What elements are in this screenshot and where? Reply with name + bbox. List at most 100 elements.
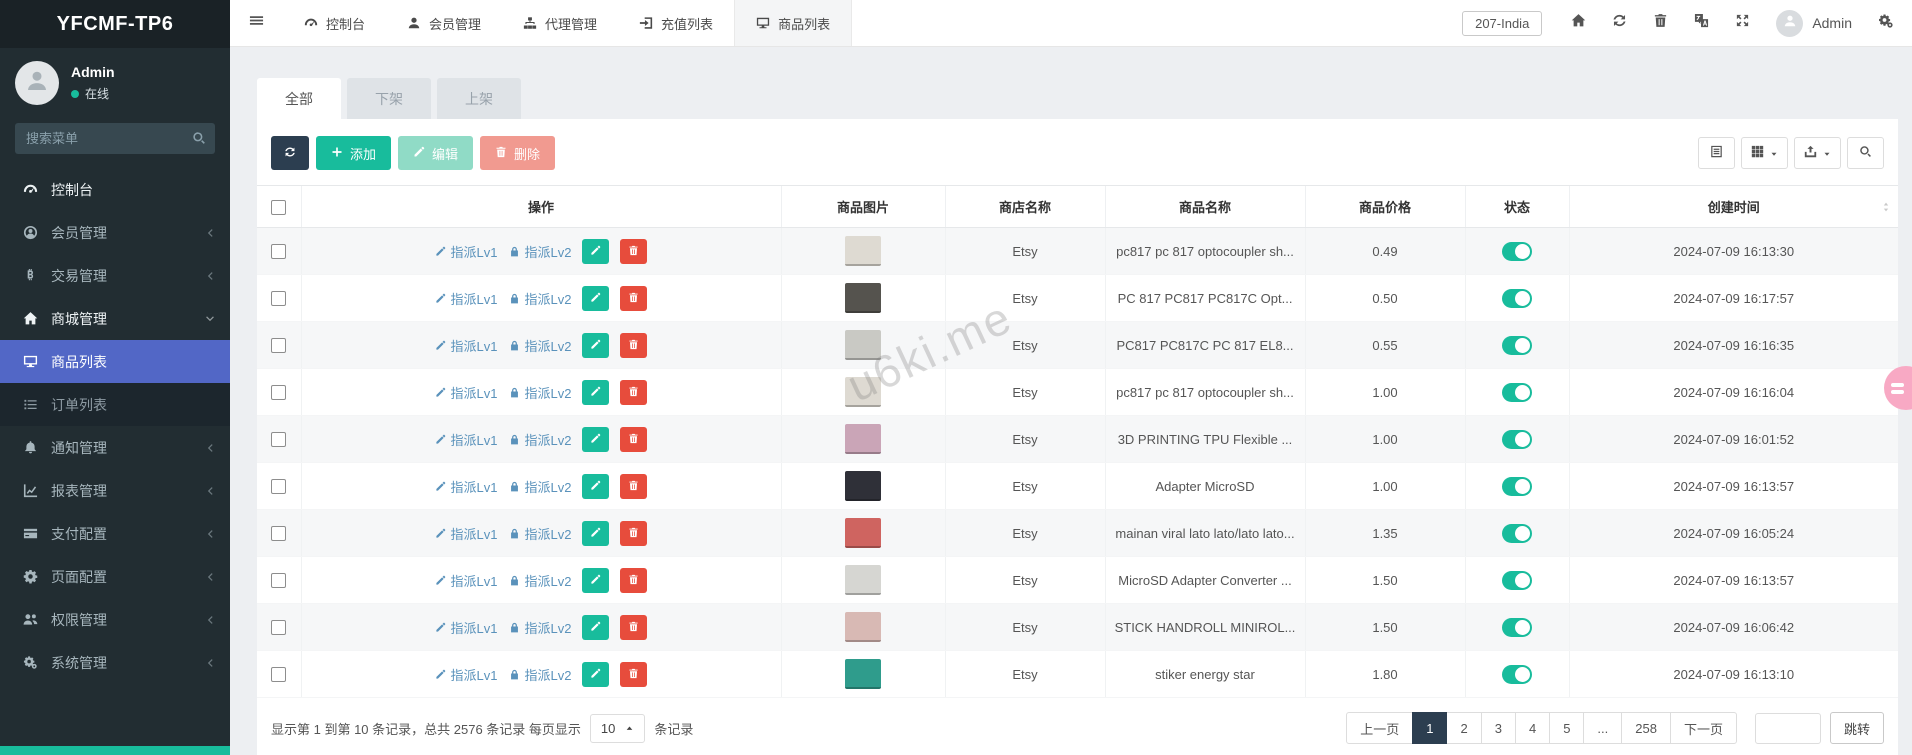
page-button[interactable]: 上一页	[1346, 712, 1414, 744]
topnav-item[interactable]: 商品列表	[734, 0, 853, 46]
assign-lv2-link[interactable]: 指派Lv2	[509, 665, 571, 684]
row-delete-button[interactable]	[620, 520, 648, 546]
sidebar-item[interactable]: 控制台	[0, 168, 230, 211]
assign-lv2-link[interactable]: 指派Lv2	[509, 477, 571, 496]
sidebar-item[interactable]: 支付配置	[0, 512, 230, 555]
row-checkbox[interactable]	[271, 479, 287, 495]
assign-lv2-link[interactable]: 指派Lv2	[509, 430, 571, 449]
page-button[interactable]: ...	[1583, 712, 1623, 744]
sidebar-item[interactable]: 会员管理	[0, 211, 230, 254]
filter-tab[interactable]: 下架	[347, 78, 431, 119]
status-toggle[interactable]	[1502, 382, 1532, 402]
sidebar-item[interactable]: 商品列表	[0, 340, 230, 383]
topnav-icon-button[interactable]	[1558, 13, 1599, 33]
menu-search-input[interactable]	[15, 123, 215, 154]
page-button[interactable]: 2	[1446, 712, 1482, 744]
sidebar-item[interactable]: 权限管理	[0, 598, 230, 641]
settings-button[interactable]	[1865, 13, 1900, 34]
add-button[interactable]: 添加	[316, 136, 392, 170]
jump-page-input[interactable]	[1754, 712, 1821, 744]
page-size-select[interactable]: 10	[589, 713, 646, 743]
row-delete-button[interactable]	[620, 661, 648, 687]
row-delete-button[interactable]	[620, 614, 648, 640]
assign-lv2-link[interactable]: 指派Lv2	[509, 524, 571, 543]
sidebar-item[interactable]: 报表管理	[0, 469, 230, 512]
assign-lv2-link[interactable]: 指派Lv2	[509, 618, 571, 637]
row-delete-button[interactable]	[620, 238, 648, 264]
row-checkbox[interactable]	[271, 667, 287, 683]
row-delete-button[interactable]	[620, 379, 648, 405]
assign-lv1-link[interactable]: 指派Lv1	[435, 477, 498, 496]
assign-lv2-link[interactable]: 指派Lv2	[509, 571, 571, 590]
topnav-item[interactable]: 控制台	[283, 0, 386, 46]
status-toggle[interactable]	[1502, 429, 1532, 449]
row-checkbox[interactable]	[271, 573, 287, 589]
row-delete-button[interactable]	[620, 285, 648, 311]
row-edit-button[interactable]	[582, 332, 610, 358]
page-button[interactable]: 下一页	[1669, 712, 1737, 744]
assign-lv1-link[interactable]: 指派Lv1	[435, 524, 498, 543]
sidebar-item[interactable]: 商城管理	[0, 297, 230, 340]
delete-button[interactable]: 删除	[480, 136, 556, 170]
assign-lv1-link[interactable]: 指派Lv1	[435, 430, 498, 449]
row-edit-button[interactable]	[582, 379, 610, 405]
row-checkbox[interactable]	[271, 244, 287, 260]
topnav-item[interactable]: 会员管理	[386, 0, 502, 46]
assign-lv1-link[interactable]: 指派Lv1	[435, 571, 498, 590]
row-delete-button[interactable]	[620, 426, 648, 452]
paging-view-button[interactable]	[1698, 137, 1735, 169]
export-button[interactable]	[1794, 137, 1841, 169]
sidebar-item[interactable]: 通知管理	[0, 426, 230, 469]
filter-tab[interactable]: 全部	[257, 78, 341, 119]
sidebar-item[interactable]: 交易管理	[0, 254, 230, 297]
edit-button[interactable]: 编辑	[398, 136, 474, 170]
status-toggle[interactable]	[1502, 570, 1532, 590]
row-edit-button[interactable]	[582, 567, 610, 593]
row-edit-button[interactable]	[582, 473, 610, 499]
row-edit-button[interactable]	[582, 520, 610, 546]
row-edit-button[interactable]	[582, 426, 610, 452]
page-button[interactable]: 4	[1514, 712, 1551, 744]
page-button[interactable]: 5	[1549, 712, 1585, 744]
topnav-icon-button[interactable]	[1722, 13, 1763, 33]
page-button[interactable]: 258	[1621, 712, 1671, 744]
topnav-icon-button[interactable]	[1599, 13, 1640, 33]
row-edit-button[interactable]	[582, 238, 610, 264]
assign-lv2-link[interactable]: 指派Lv2	[509, 336, 571, 355]
row-edit-button[interactable]	[582, 285, 610, 311]
sidebar-toggle-button[interactable]	[230, 0, 283, 46]
refresh-button[interactable]	[271, 136, 309, 170]
row-checkbox[interactable]	[271, 385, 287, 401]
status-toggle[interactable]	[1502, 617, 1532, 637]
row-delete-button[interactable]	[620, 332, 648, 358]
assign-lv1-link[interactable]: 指派Lv1	[435, 383, 498, 402]
select-all-checkbox[interactable]	[271, 199, 287, 215]
assign-lv1-link[interactable]: 指派Lv1	[435, 336, 498, 355]
page-button[interactable]: 1	[1412, 712, 1448, 744]
row-delete-button[interactable]	[620, 473, 648, 499]
topnav-item[interactable]: 充值列表	[618, 0, 734, 46]
sidebar-item[interactable]: 订单列表	[0, 383, 230, 426]
status-toggle[interactable]	[1502, 476, 1532, 496]
assign-lv2-link[interactable]: 指派Lv2	[509, 242, 571, 261]
row-checkbox[interactable]	[271, 432, 287, 448]
topnav-icon-button[interactable]	[1681, 13, 1722, 33]
sidebar-item[interactable]: 页面配置	[0, 555, 230, 598]
user-menu[interactable]: Admin	[1763, 9, 1865, 37]
status-toggle[interactable]	[1502, 335, 1532, 355]
assign-lv1-link[interactable]: 指派Lv1	[435, 618, 498, 637]
topnav-item[interactable]: 代理管理	[502, 0, 618, 46]
assign-lv1-link[interactable]: 指派Lv1	[435, 665, 498, 684]
table-search-button[interactable]	[1847, 137, 1884, 169]
sidebar-item[interactable]: 系统管理	[0, 641, 230, 684]
assign-lv2-link[interactable]: 指派Lv2	[509, 383, 571, 402]
status-toggle[interactable]	[1502, 241, 1532, 261]
header-created-time[interactable]: 创建时间	[1568, 185, 1898, 228]
row-edit-button[interactable]	[582, 661, 610, 687]
assign-lv2-link[interactable]: 指派Lv2	[509, 289, 571, 308]
status-toggle[interactable]	[1502, 523, 1532, 543]
row-checkbox[interactable]	[271, 620, 287, 636]
filter-tab[interactable]: 上架	[437, 78, 521, 119]
row-edit-button[interactable]	[582, 614, 610, 640]
status-toggle[interactable]	[1502, 664, 1532, 684]
